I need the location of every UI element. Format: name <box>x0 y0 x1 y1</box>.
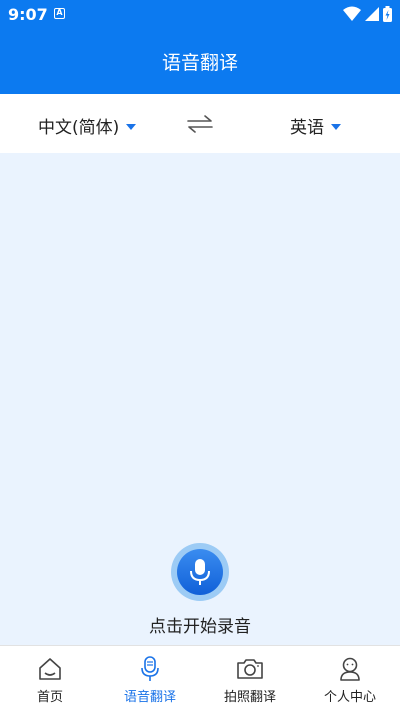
microphone-icon <box>190 559 210 585</box>
profile-icon <box>340 657 360 681</box>
caret-down-icon <box>126 123 137 130</box>
record-button-inner <box>177 549 223 595</box>
nav-item-home[interactable]: 首页 <box>0 646 100 711</box>
target-language-selector[interactable]: 英语 <box>290 113 341 138</box>
nav-item-profile[interactable]: 个人中心 <box>300 646 400 711</box>
source-language-selector[interactable]: 中文(简体) <box>38 113 137 138</box>
signal-icon <box>365 7 379 21</box>
caret-down-icon <box>331 123 341 130</box>
nav-item-voice[interactable]: 语音翻译 <box>100 646 200 711</box>
target-language-label: 英语 <box>290 118 324 138</box>
source-language-label: 中文(简体) <box>38 118 120 138</box>
swap-languages-icon[interactable] <box>186 113 214 135</box>
record-hint: 点击开始录音 <box>149 617 251 637</box>
nav-label-home: 首页 <box>36 690 63 705</box>
status-bar: 9:07 A <box>0 0 400 30</box>
battery-icon <box>383 6 392 22</box>
home-icon <box>39 658 61 680</box>
status-icons <box>343 6 392 22</box>
page-title: 语音翻译 <box>161 52 238 74</box>
wifi-icon <box>343 6 361 21</box>
app-bar: 语音翻译 <box>0 30 400 94</box>
microphone-icon <box>141 656 159 681</box>
nav-label-profile: 个人中心 <box>323 690 376 705</box>
bottom-nav: 首页 语音翻译 拍照翻译 个人中心 <box>0 645 400 711</box>
camera-icon <box>237 659 263 679</box>
notification-icon: A <box>54 8 65 19</box>
record-button[interactable] <box>171 543 229 601</box>
nav-label-photo: 拍照翻译 <box>223 690 276 705</box>
nav-label-voice: 语音翻译 <box>123 690 176 705</box>
nav-item-photo[interactable]: 拍照翻译 <box>200 646 300 711</box>
status-time: 9:07 <box>8 5 48 24</box>
